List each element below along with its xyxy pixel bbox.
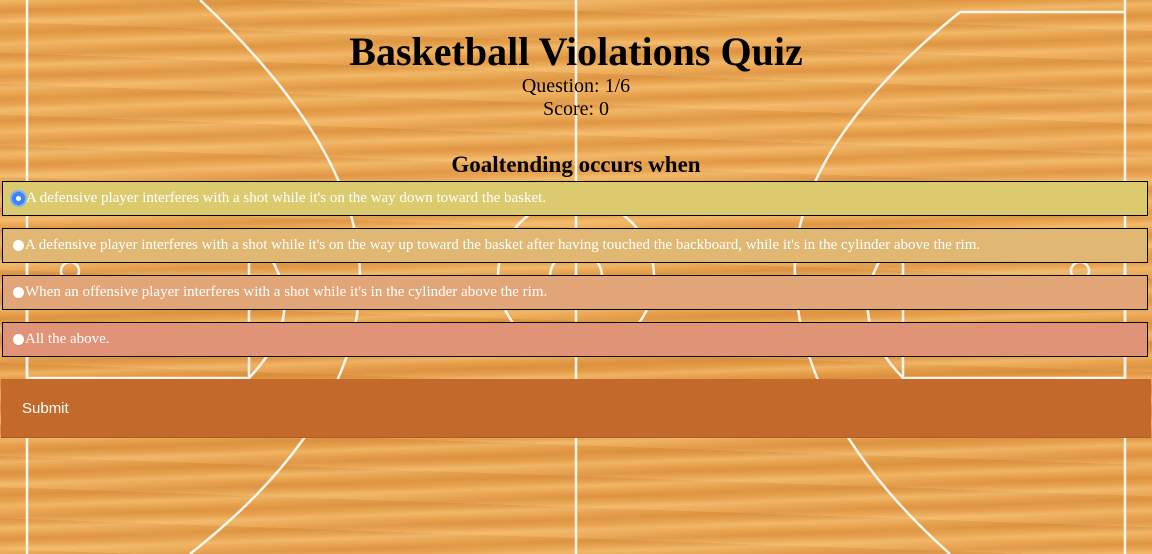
submit-button[interactable]: Submit bbox=[1, 379, 1151, 438]
answer-option-label: All the above. bbox=[25, 331, 110, 347]
question-text: Goaltending occurs when bbox=[451, 152, 701, 177]
quiz-container: Basketball Violations Quiz Question: 1/6… bbox=[0, 0, 1152, 554]
question-counter: Question: 1/6 bbox=[521, 75, 631, 97]
score-display: Score: 0 bbox=[542, 98, 610, 120]
answer-option-2[interactable]: A defensive player interferes with a sho… bbox=[2, 228, 1148, 263]
quiz-title: Basketball Violations Quiz bbox=[349, 29, 803, 74]
answer-option-1[interactable]: A defensive player interferes with a sho… bbox=[2, 181, 1148, 216]
radio-button-checked[interactable] bbox=[12, 192, 25, 205]
answer-option-4[interactable]: All the above. bbox=[2, 322, 1148, 357]
answer-option-label: A defensive player interferes with a sho… bbox=[26, 190, 547, 206]
answer-option-label: A defensive player interferes with a sho… bbox=[25, 237, 981, 253]
radio-button[interactable] bbox=[13, 287, 24, 298]
radio-button[interactable] bbox=[13, 240, 24, 251]
radio-button[interactable] bbox=[13, 334, 24, 345]
answer-option-label: When an offensive player interferes with… bbox=[25, 284, 548, 300]
answer-option-3[interactable]: When an offensive player interferes with… bbox=[2, 275, 1148, 310]
